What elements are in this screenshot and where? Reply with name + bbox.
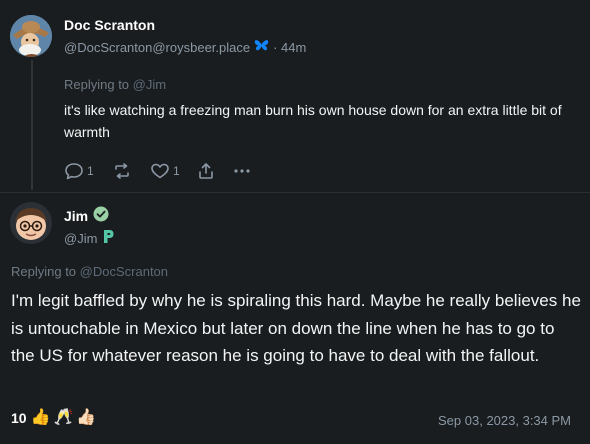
replying-label: Replying to (11, 264, 77, 279)
author-name-row: Jim (64, 206, 109, 225)
reply-count: 1 (87, 164, 94, 178)
post-text: it's like watching a freezing man burn h… (64, 102, 562, 140)
post-text: I'm legit baffled by why he is spiraling… (11, 291, 581, 365)
reactions-bar: 10 👍 🥂 👍🏻 (11, 410, 96, 427)
butterfly-icon (254, 39, 269, 55)
share-button[interactable] (196, 161, 232, 181)
reaction-count[interactable]: 10 (11, 410, 27, 426)
replying-handle[interactable]: @DocScranton (80, 264, 168, 279)
heart-icon (150, 161, 170, 181)
reply-button[interactable]: 1 (64, 161, 112, 181)
replying-to: Replying to @Jim (64, 77, 166, 92)
share-icon (196, 161, 216, 181)
reaction-clinking-glasses[interactable]: 🥂 (54, 410, 74, 426)
replying-to: Replying to @DocScranton (11, 264, 168, 279)
post-doc-scranton: Doc Scranton @DocScranton@roysbeer.place… (0, 0, 590, 192)
author-handle[interactable]: @DocScranton@roysbeer.place (64, 40, 250, 55)
boost-icon (112, 161, 132, 181)
reply-icon (64, 161, 84, 181)
timestamp[interactable]: Sep 03, 2023, 3:34 PM (438, 413, 571, 428)
author-handle-row: @DocScranton@roysbeer.place · 44m (64, 39, 306, 55)
author-name[interactable]: Doc Scranton (64, 17, 155, 33)
like-count: 1 (173, 164, 180, 178)
reaction-thumbs-up-light[interactable]: 👍🏻 (76, 410, 96, 426)
verified-badge-icon (93, 206, 109, 225)
like-button[interactable]: 1 (150, 161, 196, 181)
author-handle[interactable]: @Jim (64, 231, 97, 246)
more-button[interactable] (232, 161, 252, 181)
replying-handle[interactable]: @Jim (133, 77, 166, 92)
reaction-thumbs-up[interactable]: 👍 (31, 410, 51, 426)
replying-label: Replying to (64, 77, 130, 92)
author-name[interactable]: Jim (64, 208, 88, 224)
avatar[interactable] (10, 15, 52, 57)
action-bar: 1 1 (64, 161, 252, 181)
avatar[interactable] (10, 202, 52, 244)
more-icon (232, 161, 252, 181)
boost-button[interactable] (112, 161, 150, 181)
post-divider (0, 192, 590, 193)
author-handle-row: @Jim (64, 229, 115, 247)
thread-line (31, 60, 33, 190)
p-badge-icon (102, 229, 115, 247)
time-ago[interactable]: · 44m (273, 40, 306, 55)
